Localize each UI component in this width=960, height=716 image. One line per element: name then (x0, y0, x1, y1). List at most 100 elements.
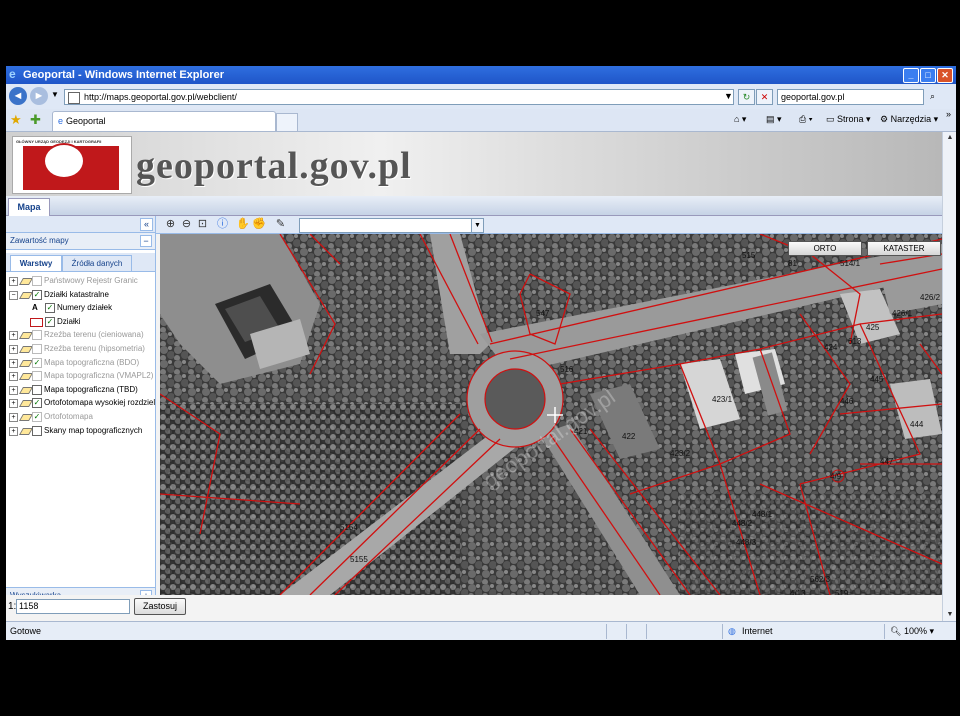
layer-checkbox[interactable] (32, 343, 42, 354)
layer-row[interactable]: ✓ Działki (6, 315, 155, 329)
browser-window: e Geoportal - Windows Internet Explorer … (6, 66, 956, 640)
address-url: http://maps.geoportal.gov.pl/webclient/ (84, 92, 237, 102)
chevron-more-icon[interactable]: » (946, 109, 951, 119)
layer-icon (18, 278, 34, 285)
layer-row[interactable]: − ✓ Działki katastralne (6, 288, 155, 302)
parcel-number: 422 (622, 432, 636, 441)
scale-input[interactable]: 1158 (16, 599, 130, 614)
layer-label: Mapa topograficzna (BDO) (44, 357, 140, 367)
home-icon[interactable]: ⌂ ▾ (734, 114, 746, 125)
layer-label: Działki (57, 316, 81, 326)
tab-zrodla-danych[interactable]: Źródła danych (62, 255, 132, 271)
forward-button[interactable]: ► (30, 87, 48, 105)
layer-label: Mapa topograficzna (VMAPL2) (44, 371, 154, 381)
layer-checkbox[interactable]: ✓ (32, 289, 42, 300)
tab-geoportal[interactable]: e Geoportal (52, 111, 276, 131)
expand-toggle-icon[interactable]: + (9, 344, 18, 354)
tools-menu[interactable]: ⚙ Narzędzia ▾ (880, 114, 938, 125)
print-icon[interactable]: ⎙ ▾ (799, 114, 812, 125)
expand-toggle-icon[interactable]: + (9, 412, 18, 422)
tab-warstwy[interactable]: Warstwy (10, 255, 62, 271)
zoom-out-icon[interactable]: ⊖ (180, 218, 193, 231)
expand-toggle-icon[interactable]: + (9, 277, 18, 286)
layer-icon (18, 345, 34, 353)
info-icon[interactable]: ⓘ (216, 218, 229, 231)
expand-toggle-icon[interactable]: + (9, 331, 18, 341)
add-favorites-icon[interactable]: ✚ (30, 112, 41, 128)
parcel-number: 423/2 (670, 449, 691, 458)
parcel-number: 514/1 (840, 259, 861, 268)
minimize-button[interactable]: _ (903, 68, 919, 83)
address-field[interactable]: http://maps.geoportal.gov.pl/webclient/ (64, 89, 734, 105)
scroll-up-icon[interactable]: ▲ (944, 132, 956, 144)
layer-row[interactable]: A ✓ Numery działek (6, 301, 155, 315)
collapse-contents-button[interactable]: − (140, 235, 152, 247)
collapse-panel-button[interactable]: « (140, 218, 153, 231)
zoom-in-icon[interactable]: ⊕ (164, 218, 177, 231)
layer-row[interactable]: + Mapa topograficzna (TBD) (6, 383, 155, 397)
page-scrollbar[interactable]: ▲ ▼ (942, 132, 956, 621)
layer-row[interactable]: + Skany map topograficznych (6, 424, 155, 438)
layer-checkbox[interactable] (32, 425, 42, 436)
map-contents-title: Zawartość mapy (10, 236, 69, 245)
side-panel: « Zawartość mapy − Warstwy Źródła danych… (6, 216, 156, 621)
layer-checkbox[interactable]: ✓ (32, 411, 42, 422)
layer-row[interactable]: + Rzeźba terenu (hipsometria) (6, 342, 155, 356)
layer-checkbox[interactable] (32, 371, 42, 382)
stop-button[interactable]: ✕ (756, 89, 773, 105)
layer-checkbox[interactable]: ✓ (32, 357, 42, 368)
pan-hand-alt-icon[interactable]: ✊ (252, 218, 266, 231)
close-button[interactable]: ✕ (937, 68, 953, 83)
map-view[interactable]: geoportal.gov.pl 515 81 514/1 426/2 547 425 42… (160, 234, 942, 595)
orto-button[interactable]: ORTO (788, 241, 862, 256)
measure-icon[interactable]: ✎ (274, 218, 287, 231)
layer-row[interactable]: + Państwowy Rejestr Granic (6, 274, 155, 288)
layer-checkbox[interactable] (32, 276, 42, 286)
parcel-number: 444 (910, 420, 924, 429)
map-contents-header: Zawartość mapy − (6, 233, 155, 250)
layer-label: Ortofotomapa wysokiej rozdzielczości (44, 398, 155, 408)
layer-label: Rzeźba terenu (hipsometria) (44, 343, 145, 353)
side-panel-header: « (6, 216, 155, 233)
kataster-button[interactable]: KATASTER (867, 241, 941, 256)
expand-toggle-icon[interactable]: + (9, 372, 18, 382)
search-icon[interactable]: ⌕ (925, 89, 940, 103)
layer-row[interactable]: + ✓Ortofotomapa wysokiej rozdzielczości (6, 396, 155, 410)
layer-row[interactable]: + Mapa topograficzna (VMAPL2) (6, 369, 155, 383)
layer-checkbox[interactable]: ✓ (32, 398, 42, 409)
scroll-down-icon[interactable]: ▼ (944, 609, 956, 621)
layer-row[interactable]: + ✓ Ortofotomapa (6, 410, 155, 424)
maximize-button[interactable]: □ (920, 68, 936, 83)
feeds-icon[interactable]: ▤ ▾ (766, 114, 782, 125)
refresh-button[interactable]: ↻ (738, 89, 755, 105)
layer-checkbox[interactable] (32, 384, 42, 395)
expand-toggle-icon[interactable]: + (9, 358, 18, 368)
layer-icon (18, 291, 34, 299)
history-dropdown-icon[interactable]: ▼ (51, 90, 59, 99)
tab-mapa[interactable]: Mapa (8, 198, 50, 216)
page-menu[interactable]: ▭ Strona ▾ (826, 114, 871, 125)
window-title: Geoportal - Windows Internet Explorer (23, 69, 224, 81)
layer-label: Mapa topograficzna (TBD) (44, 384, 138, 394)
expand-toggle-icon[interactable]: + (9, 399, 18, 409)
layer-icon (18, 386, 34, 394)
layer-row[interactable]: + Rzeźba terenu (cieniowana) (6, 328, 155, 342)
address-dropdown-icon[interactable]: ▼ (721, 89, 736, 103)
expand-toggle-icon[interactable]: − (9, 290, 18, 300)
favorites-star-icon[interactable]: ★ (10, 112, 22, 128)
parcel-number: 445 (870, 375, 884, 384)
layer-row[interactable]: + ✓ Mapa topograficzna (BDO) (6, 356, 155, 370)
back-button[interactable]: ◄ (9, 87, 27, 105)
pan-hand-icon[interactable]: ✋ (236, 218, 250, 231)
zoom-control[interactable]: 🔍︎ 100% ▾ (890, 622, 934, 640)
zoom-extent-icon[interactable]: ⊡ (196, 218, 209, 231)
expand-toggle-icon[interactable]: + (9, 385, 18, 395)
layer-checkbox[interactable]: ✓ (45, 303, 55, 314)
layer-select[interactable]: ▼ (299, 218, 484, 233)
layer-checkbox[interactable] (32, 330, 42, 341)
search-input[interactable]: geoportal.gov.pl (777, 89, 924, 105)
layer-checkbox[interactable]: ✓ (45, 316, 55, 327)
new-tab-button[interactable] (276, 113, 298, 132)
expand-toggle-icon[interactable]: + (9, 426, 18, 436)
apply-scale-button[interactable]: Zastosuj (134, 598, 186, 615)
